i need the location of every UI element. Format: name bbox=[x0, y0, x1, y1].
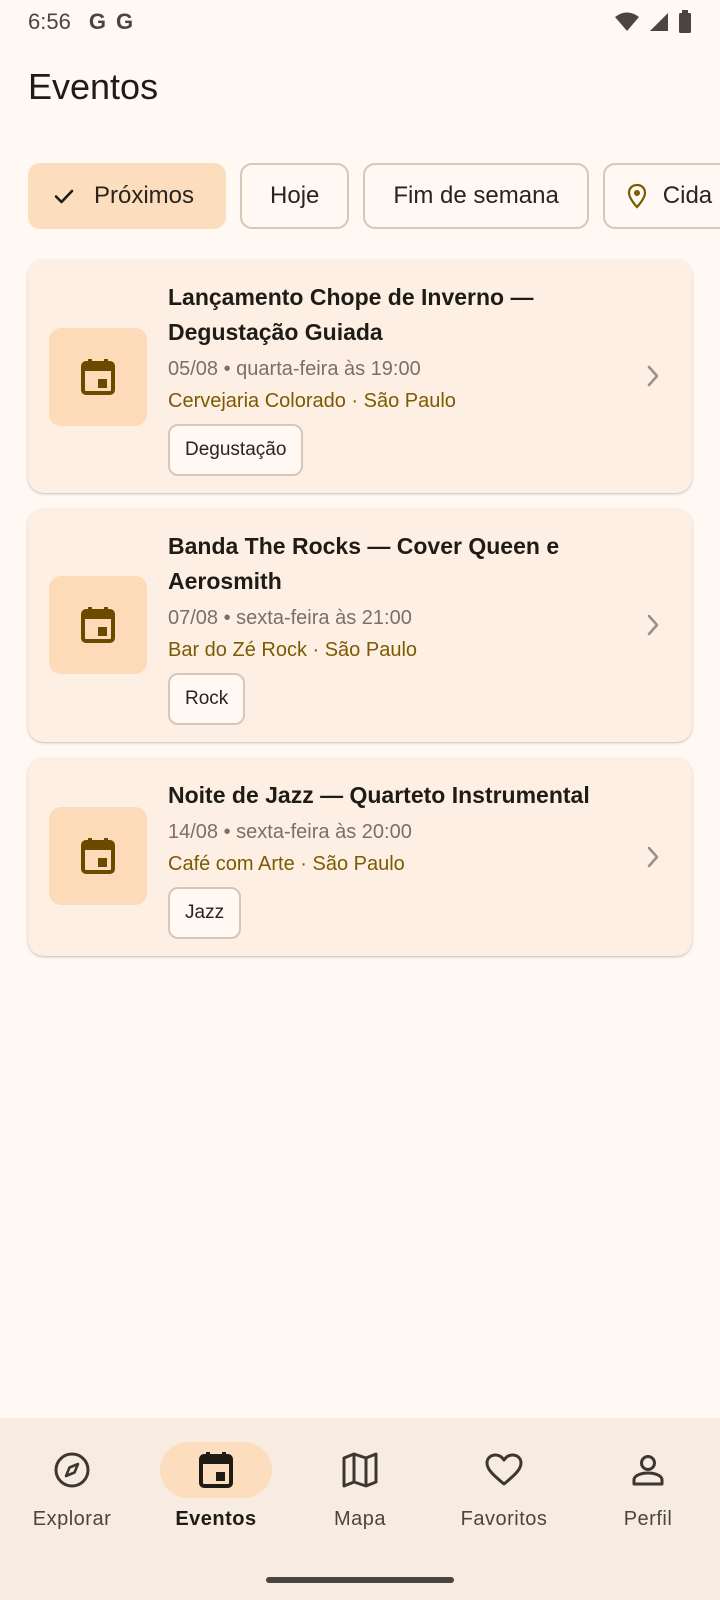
event-title: Banda The Rocks — Cover Queen e Aerosmit… bbox=[168, 533, 560, 594]
chip-label: Fim de semana bbox=[393, 182, 559, 209]
event-tag: Rock bbox=[168, 673, 246, 725]
nav-perfil[interactable]: Perfil bbox=[576, 1442, 720, 1531]
status-time: 6:56 bbox=[28, 9, 71, 34]
event-thumbnail bbox=[49, 576, 147, 674]
page-title: Eventos bbox=[28, 66, 159, 107]
event-card[interactable]: Noite de Jazz — Quarteto Instrumental 14… bbox=[28, 758, 692, 956]
chevron-right-icon bbox=[646, 613, 660, 637]
event-venue: Café com Arte · São Paulo bbox=[168, 853, 405, 875]
event-thumbnail bbox=[49, 328, 147, 426]
event-thumbnail bbox=[49, 807, 147, 905]
nav-label: Explorar bbox=[32, 1508, 112, 1530]
event-details: Banda The Rocks — Cover Queen e Aerosmit… bbox=[168, 529, 628, 725]
status-icons bbox=[614, 10, 692, 34]
calendar-icon bbox=[81, 838, 115, 874]
event-venue: Bar do Zé Rock · São Paulo bbox=[168, 639, 418, 661]
chevron-right-icon bbox=[646, 364, 660, 388]
chip-hoje[interactable]: Hoje bbox=[240, 163, 350, 229]
map-icon bbox=[304, 1442, 416, 1498]
home-indicator[interactable] bbox=[266, 1577, 454, 1583]
filter-chips: Próximos Hoje Fim de semana Cida bbox=[28, 163, 720, 229]
heart-icon bbox=[448, 1442, 560, 1498]
event-date: 14/08 • sexta-feira às 20:00 bbox=[168, 821, 412, 843]
nav-explorar[interactable]: Explorar bbox=[0, 1442, 144, 1531]
event-venue: Cervejaria Colorado · São Paulo bbox=[168, 390, 456, 412]
event-tag: Degustação bbox=[168, 424, 304, 476]
compass-icon bbox=[16, 1442, 128, 1498]
event-card[interactable]: Banda The Rocks — Cover Queen e Aerosmit… bbox=[28, 509, 692, 742]
event-title: Noite de Jazz — Quarteto Instrumental bbox=[168, 782, 590, 808]
nav-mapa[interactable]: Mapa bbox=[288, 1442, 432, 1531]
nav-favoritos[interactable]: Favoritos bbox=[432, 1442, 576, 1531]
event-card[interactable]: Lançamento Chope de Inverno — Degustação… bbox=[28, 260, 692, 493]
nav-label: Favoritos bbox=[460, 1508, 548, 1530]
calendar-icon bbox=[81, 607, 115, 643]
event-details: Lançamento Chope de Inverno — Degustação… bbox=[168, 280, 628, 476]
event-date: 05/08 • quarta-feira às 19:00 bbox=[168, 358, 421, 380]
signal-icon bbox=[650, 13, 668, 31]
nav-label: Mapa bbox=[333, 1508, 387, 1530]
event-details: Noite de Jazz — Quarteto Instrumental 14… bbox=[168, 778, 628, 939]
nav-label: Perfil bbox=[623, 1508, 673, 1530]
event-tag: Jazz bbox=[168, 887, 242, 939]
chip-label: Próximos bbox=[94, 182, 195, 209]
chevron-right-icon bbox=[646, 845, 660, 869]
check-icon bbox=[52, 184, 76, 208]
calendar-icon bbox=[160, 1442, 272, 1498]
location-pin-icon bbox=[625, 183, 649, 209]
chip-label: Cida bbox=[662, 182, 713, 209]
nav-label: Eventos bbox=[175, 1508, 257, 1530]
chip-proximos[interactable]: Próximos bbox=[28, 163, 227, 229]
calendar-icon bbox=[81, 359, 115, 395]
person-icon bbox=[592, 1442, 704, 1498]
chip-cidade[interactable]: Cida bbox=[602, 163, 720, 229]
bottom-navigation: Explorar Eventos Mapa Favoritos Perfil bbox=[0, 1418, 720, 1600]
chip-fim-de-semana[interactable]: Fim de semana bbox=[363, 163, 589, 229]
event-date: 07/08 • sexta-feira às 21:00 bbox=[168, 607, 412, 629]
google-icon: G bbox=[115, 9, 134, 34]
event-title: Lançamento Chope de Inverno — Degustação… bbox=[168, 284, 534, 345]
battery-icon bbox=[679, 10, 691, 33]
wifi-icon bbox=[615, 12, 639, 31]
nav-eventos[interactable]: Eventos bbox=[144, 1442, 288, 1531]
google-icon: G bbox=[88, 9, 106, 34]
chip-label: Hoje bbox=[270, 182, 320, 209]
status-bar: 6:56 G G bbox=[0, 0, 720, 44]
